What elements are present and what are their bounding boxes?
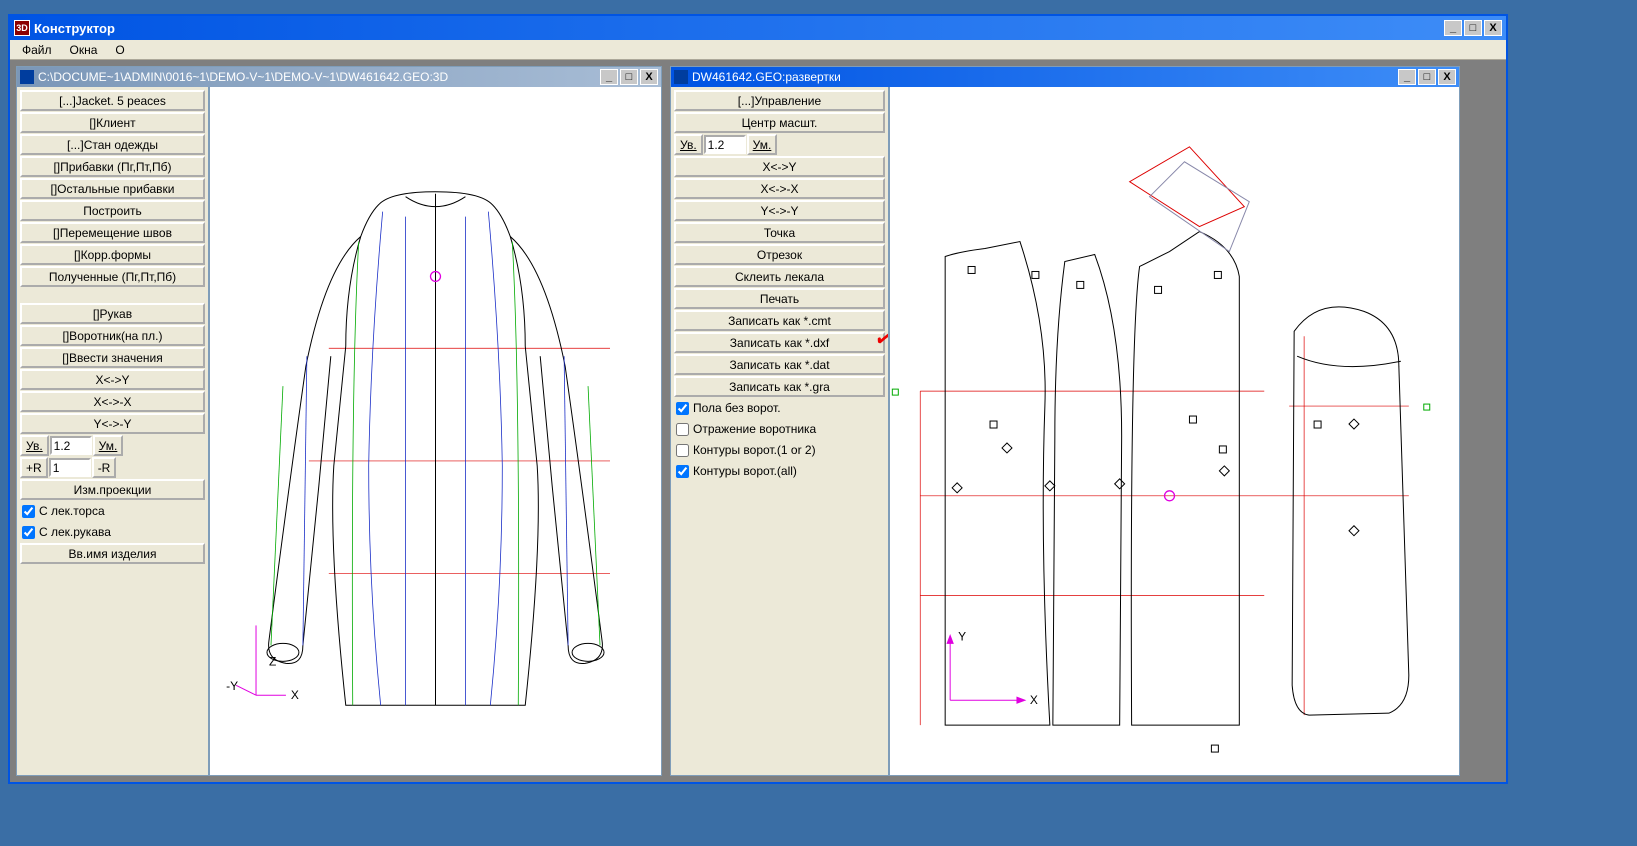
- check-collar-contours-12[interactable]: [676, 444, 689, 457]
- btn-client[interactable]: []Клиент: [20, 112, 205, 133]
- btn-save-dxf[interactable]: Записать как *.dxf: [674, 332, 885, 353]
- main-titlebar[interactable]: 3D Конструктор _ □ X: [10, 16, 1506, 40]
- zoom-input[interactable]: [50, 436, 92, 455]
- check-sleeve-label[interactable]: С лек.рукава: [39, 525, 111, 539]
- btn-sleeve[interactable]: []Рукав: [20, 303, 205, 324]
- btn-merge-patterns[interactable]: Склеить лекала: [674, 266, 885, 287]
- window-patterns: DW461642.GEO:развертки _ □ X [...]Управл…: [670, 66, 1460, 776]
- btn-print[interactable]: Печать: [674, 288, 885, 309]
- check-collar-contours-12-label[interactable]: Контуры ворот.(1 or 2): [693, 443, 816, 457]
- left-side-panel: [...]Jacket. 5 peaces []Клиент [...]Стан…: [17, 87, 209, 775]
- window-3d-view: C:\DOCUME~1\ADMIN\0016~1\DEMO-V~1\DEMO-V…: [16, 66, 662, 776]
- svg-text:Y: Y: [958, 629, 966, 643]
- btn-jacket[interactable]: [...]Jacket. 5 peaces: [20, 90, 205, 111]
- child-titlebar-left[interactable]: C:\DOCUME~1\ADMIN\0016~1\DEMO-V~1\DEMO-V…: [17, 67, 661, 87]
- zoom-input-r[interactable]: [704, 135, 746, 154]
- child-title-right: DW461642.GEO:развертки: [692, 70, 1398, 84]
- app-icon: 3D: [14, 20, 30, 36]
- btn-build[interactable]: Построить: [20, 200, 205, 221]
- child-maximize-button[interactable]: □: [1418, 69, 1436, 85]
- radius-input[interactable]: [49, 458, 91, 477]
- maximize-button[interactable]: □: [1464, 20, 1482, 36]
- btn-allowances[interactable]: []Прибавки (Пг,Пт,Пб): [20, 156, 205, 177]
- svg-text:-Y: -Y: [226, 679, 238, 693]
- btn-yny-r[interactable]: Y<->-Y: [674, 200, 885, 221]
- btn-save-dat[interactable]: Записать как *.dat: [674, 354, 885, 375]
- btn-xy[interactable]: X<->Y: [20, 369, 205, 390]
- check-mirror-collar[interactable]: [676, 423, 689, 436]
- btn-save-gra[interactable]: Записать как *.gra: [674, 376, 885, 397]
- btn-xnx-r[interactable]: X<->-X: [674, 178, 885, 199]
- check-collar-contours-all[interactable]: [676, 465, 689, 478]
- check-torso-label[interactable]: С лек.торса: [39, 504, 105, 518]
- menu-windows[interactable]: Окна: [62, 41, 106, 59]
- child-close-button[interactable]: X: [1438, 69, 1456, 85]
- btn-control[interactable]: [...]Управление: [674, 90, 885, 111]
- zoom-row-left: Ув. Ум.: [20, 435, 205, 456]
- check-sleeve[interactable]: [22, 526, 35, 539]
- canvas-3d[interactable]: X -Y Z: [209, 87, 661, 775]
- btn-other-allowances[interactable]: []Остальные прибавки: [20, 178, 205, 199]
- check-pola[interactable]: [676, 402, 689, 415]
- check-mirror-collar-label[interactable]: Отражение воротника: [693, 422, 816, 436]
- zoom-out-button-r[interactable]: Ум.: [747, 134, 778, 155]
- check-sleeve-row: С лек.рукава: [20, 522, 205, 542]
- mdi-client: C:\DOCUME~1\ADMIN\0016~1\DEMO-V~1\DEMO-V…: [10, 60, 1506, 782]
- app-title: Конструктор: [34, 21, 1444, 36]
- minimize-button[interactable]: _: [1444, 20, 1462, 36]
- check-torso[interactable]: [22, 505, 35, 518]
- btn-change-projection[interactable]: Изм.проекции: [20, 479, 205, 500]
- svg-text:X: X: [1030, 693, 1038, 707]
- zoom-out-button[interactable]: Ум.: [93, 435, 124, 456]
- btn-move-seams[interactable]: []Перемещение швов: [20, 222, 205, 243]
- child-minimize-button[interactable]: _: [1398, 69, 1416, 85]
- btn-xnx[interactable]: X<->-X: [20, 391, 205, 412]
- right-side-panel: [...]Управление Центр масшт. Ув. Ум. X<-…: [671, 87, 889, 775]
- child-title-left: C:\DOCUME~1\ADMIN\0016~1\DEMO-V~1\DEMO-V…: [38, 70, 600, 84]
- btn-enter-values[interactable]: []Ввести значения: [20, 347, 205, 368]
- svg-text:X: X: [291, 688, 299, 702]
- close-button[interactable]: X: [1484, 20, 1502, 36]
- btn-obtained[interactable]: Полученные (Пг,Пт,Пб): [20, 266, 205, 287]
- child-close-button[interactable]: X: [640, 69, 658, 85]
- radius-minus-button[interactable]: -R: [92, 457, 117, 478]
- menu-about[interactable]: О: [107, 41, 132, 59]
- check-pola-label[interactable]: Пола без ворот.: [693, 401, 781, 415]
- zoom-row-right: Ув. Ум.: [674, 134, 885, 155]
- child-icon: [674, 70, 688, 84]
- btn-segment[interactable]: Отрезок: [674, 244, 885, 265]
- canvas-patterns[interactable]: X Y: [889, 87, 1459, 775]
- child-titlebar-right[interactable]: DW461642.GEO:развертки _ □ X: [671, 67, 1459, 87]
- radius-row: +R -R: [20, 457, 205, 478]
- child-icon: [20, 70, 34, 84]
- menu-file[interactable]: Файл: [14, 41, 60, 59]
- radius-plus-button[interactable]: +R: [20, 457, 48, 478]
- btn-point[interactable]: Точка: [674, 222, 885, 243]
- child-minimize-button[interactable]: _: [600, 69, 618, 85]
- btn-garment-state[interactable]: [...]Стан одежды: [20, 134, 205, 155]
- btn-center-scale[interactable]: Центр масшт.: [674, 112, 885, 133]
- btn-save-cmt[interactable]: Записать как *.cmt: [674, 310, 885, 331]
- main-window: 3D Конструктор _ □ X Файл Окна О C:\DOCU…: [8, 14, 1508, 784]
- btn-collar[interactable]: []Воротник(на пл.): [20, 325, 205, 346]
- child-maximize-button[interactable]: □: [620, 69, 638, 85]
- btn-corr-forms[interactable]: []Корр.формы: [20, 244, 205, 265]
- check-collar-contours-all-label[interactable]: Контуры ворот.(all): [693, 464, 797, 478]
- zoom-in-button-r[interactable]: Ув.: [674, 134, 703, 155]
- btn-yny[interactable]: Y<->-Y: [20, 413, 205, 434]
- menubar: Файл Окна О: [10, 40, 1506, 60]
- btn-enter-name[interactable]: Вв.имя изделия: [20, 543, 205, 564]
- btn-xy-r[interactable]: X<->Y: [674, 156, 885, 177]
- zoom-in-button[interactable]: Ув.: [20, 435, 49, 456]
- check-torso-row: С лек.торса: [20, 501, 205, 521]
